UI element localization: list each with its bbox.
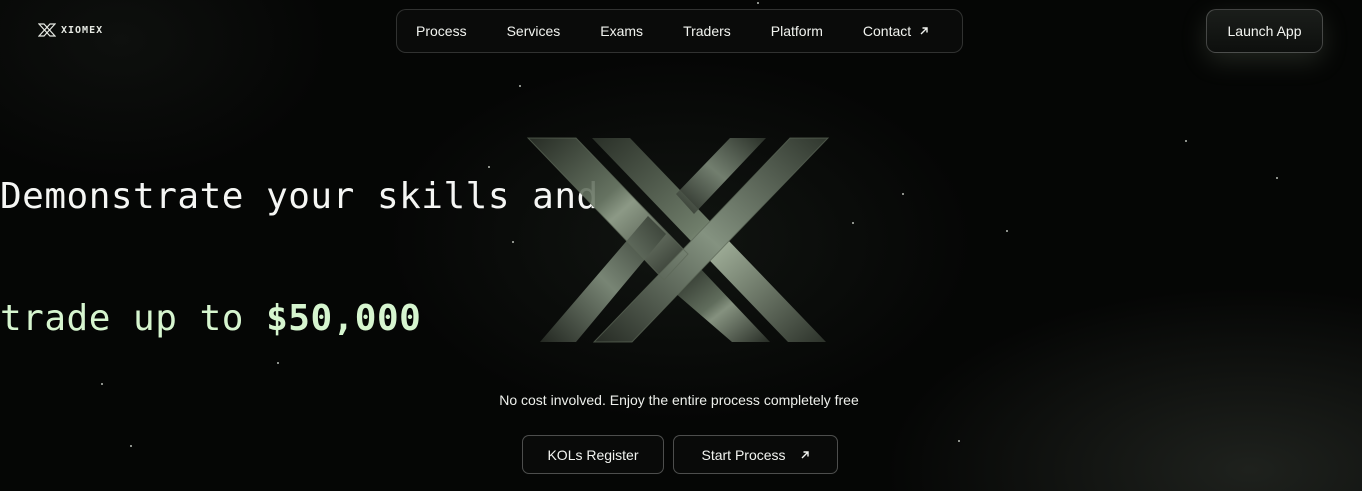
hero-line2-prefix: trade up to (0, 298, 267, 339)
star-decoration (101, 383, 103, 385)
tagline-text: No cost involved. Enjoy the entire proce… (499, 392, 859, 408)
star-decoration (512, 241, 514, 243)
star-decoration (757, 2, 759, 4)
nav-item-traders[interactable]: Traders (683, 23, 731, 39)
start-process-label: Start Process (701, 446, 786, 463)
star-decoration (852, 222, 854, 224)
x-emblem-graphic (526, 136, 830, 349)
arrow-up-right-icon (919, 26, 929, 36)
hero-tagline: No cost involved. Enjoy the entire proce… (0, 392, 1362, 408)
star-decoration (277, 362, 279, 364)
nav-label: Process (416, 23, 467, 39)
hero-headline-line2: trade up to $50,000 (0, 298, 421, 339)
main-navigation: Process Services Exams Traders Platform … (396, 9, 963, 53)
nav-label: Contact (862, 23, 912, 39)
nav-item-contact[interactable]: Contact (863, 23, 929, 39)
brand-logo[interactable]: XIOMEX (38, 23, 103, 37)
star-decoration (519, 85, 521, 87)
star-decoration (1276, 177, 1278, 179)
nav-item-services[interactable]: Services (507, 23, 561, 39)
nav-label: Services (506, 23, 561, 39)
star-decoration (1185, 140, 1187, 142)
star-decoration (488, 166, 490, 168)
star-decoration (1006, 230, 1008, 232)
launch-app-button[interactable]: Launch App (1206, 9, 1323, 53)
hero-amount: $50,000 (266, 298, 422, 339)
nav-item-platform[interactable]: Platform (771, 23, 823, 39)
hero-headline-line1: Demonstrate your skills and (0, 176, 599, 217)
kols-register-button[interactable]: KOLs Register (522, 435, 664, 474)
star-decoration (958, 440, 960, 442)
star-decoration (902, 193, 904, 195)
logo-text: XIOMEX (61, 24, 104, 36)
landing-page: XIOMEX Process Services Exams Traders Pl… (0, 0, 1362, 491)
nav-item-exams[interactable]: Exams (600, 23, 643, 39)
nav-label: Platform (770, 23, 823, 39)
arrow-up-right-icon (800, 450, 810, 460)
star-decoration (130, 445, 132, 447)
start-process-button[interactable]: Start Process (673, 435, 838, 474)
nav-label: Exams (600, 23, 644, 39)
logo-x-icon (38, 23, 56, 37)
nav-item-process[interactable]: Process (416, 23, 467, 39)
nav-label: Traders (683, 23, 731, 39)
kols-register-label: KOLs Register (547, 446, 639, 463)
